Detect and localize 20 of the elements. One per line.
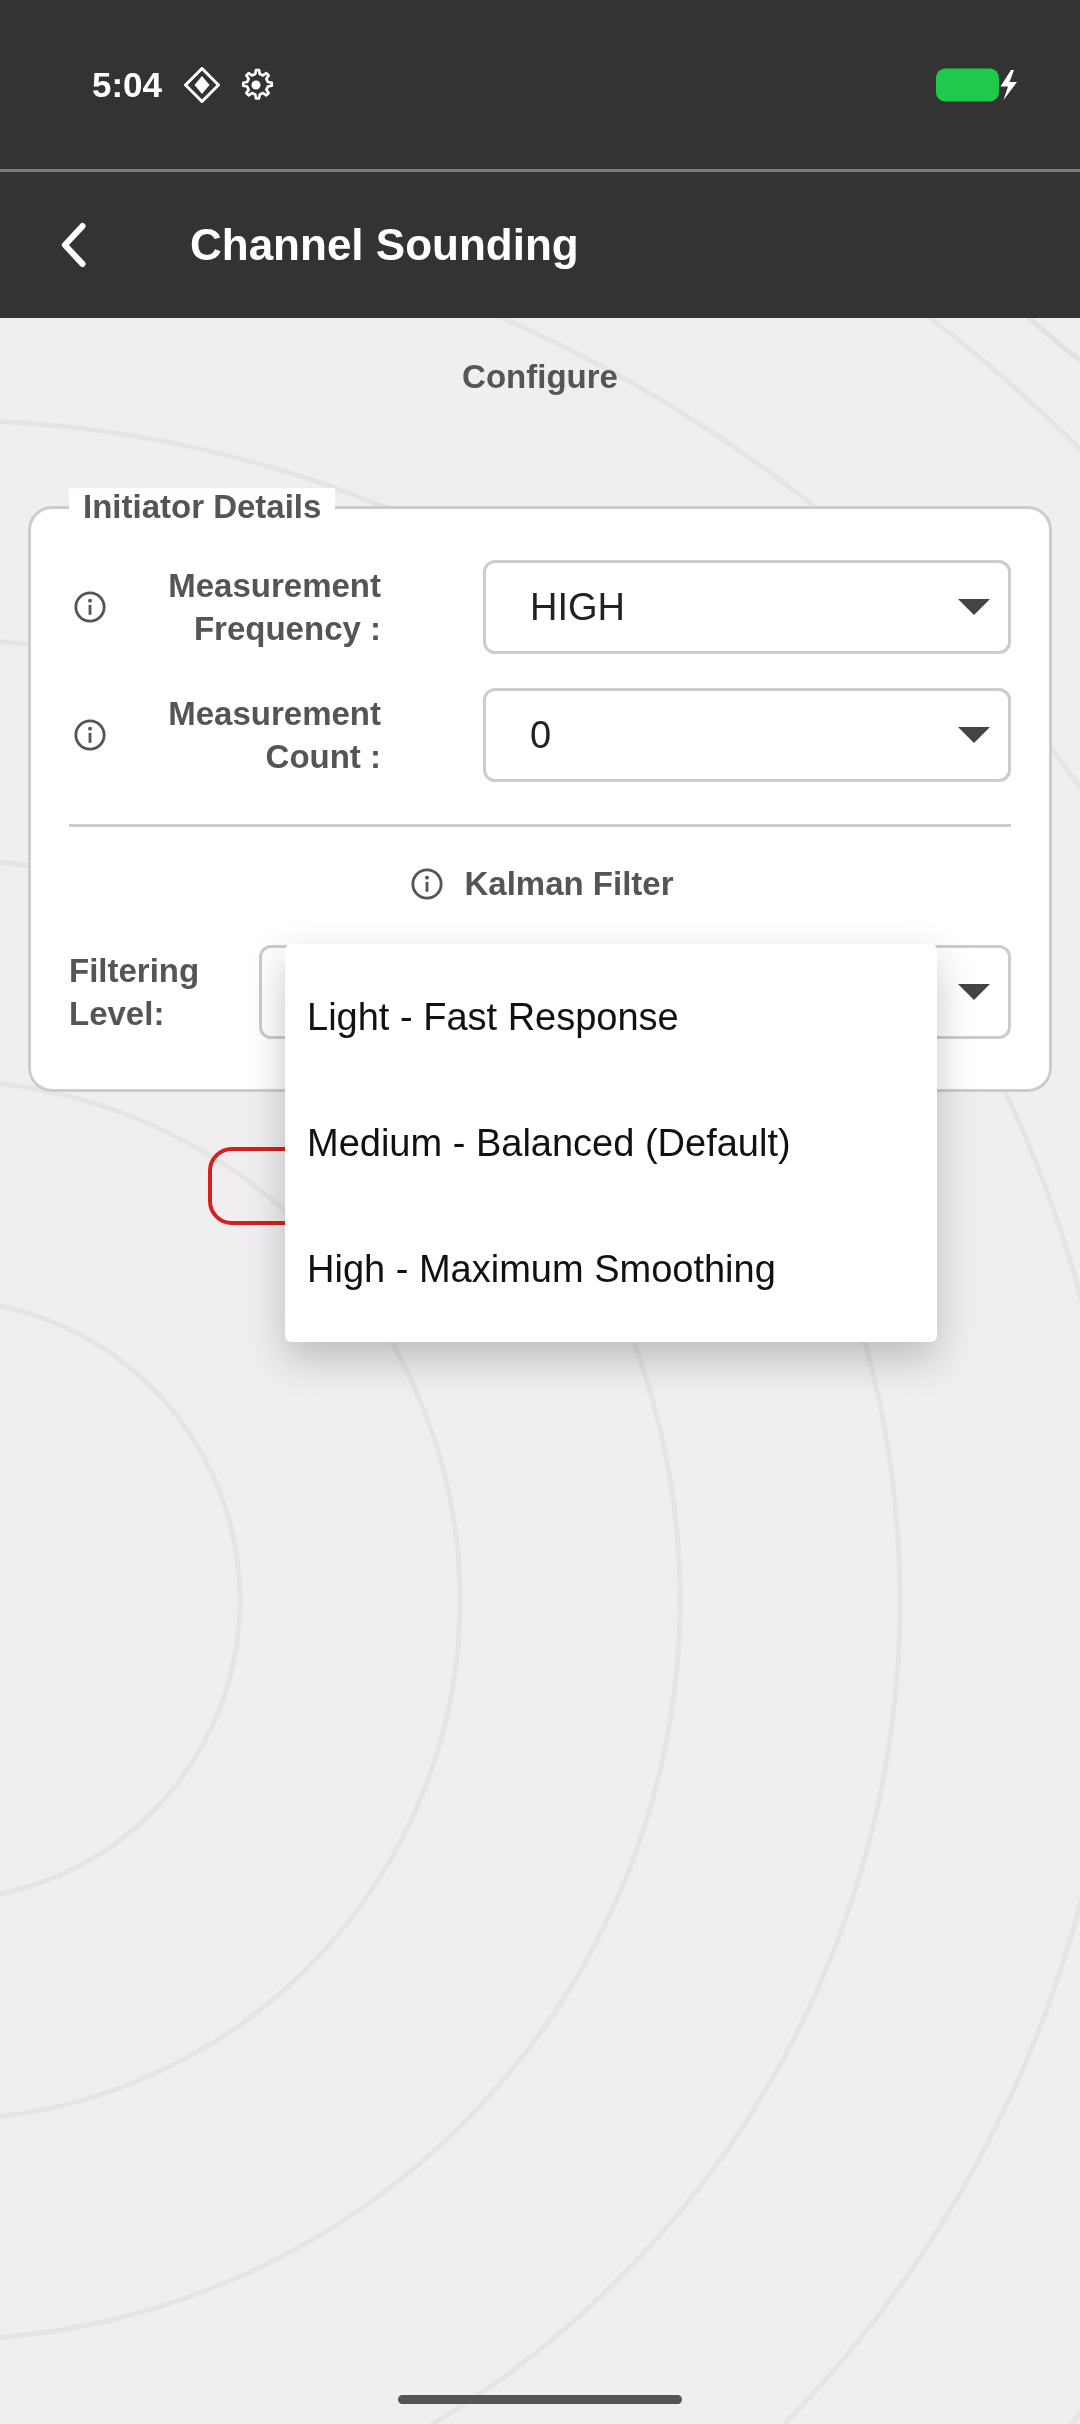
dropdown-field[interactable]: HIGH (483, 560, 1011, 654)
menu-item[interactable]: Light - Fast Response (285, 954, 937, 1080)
status-time: 5:04 (92, 64, 163, 105)
field-label: Measurement Count : (167, 694, 381, 777)
menu-item[interactable]: High - Maximum Smoothing (285, 1206, 937, 1332)
filter-title: Kalman Filter (464, 865, 674, 903)
battery-charging-icon (936, 66, 1020, 103)
info-icon[interactable] (410, 867, 445, 901)
caret-icon (958, 984, 990, 1000)
section-title: Configure (462, 358, 618, 396)
caret-icon (958, 599, 990, 615)
caret-icon (958, 727, 990, 743)
menu-item[interactable]: Medium - Balanced (Default) (285, 1080, 937, 1206)
screen-title: Channel Sounding (190, 220, 579, 270)
field-label: Measurement Frequency : (167, 566, 381, 649)
field-label: Filtering Level: (69, 951, 201, 1034)
dropdown-field[interactable]: 0 (483, 688, 1011, 782)
diamond-icon (184, 66, 221, 103)
info-icon[interactable] (73, 718, 107, 752)
info-icon[interactable] (73, 590, 107, 624)
